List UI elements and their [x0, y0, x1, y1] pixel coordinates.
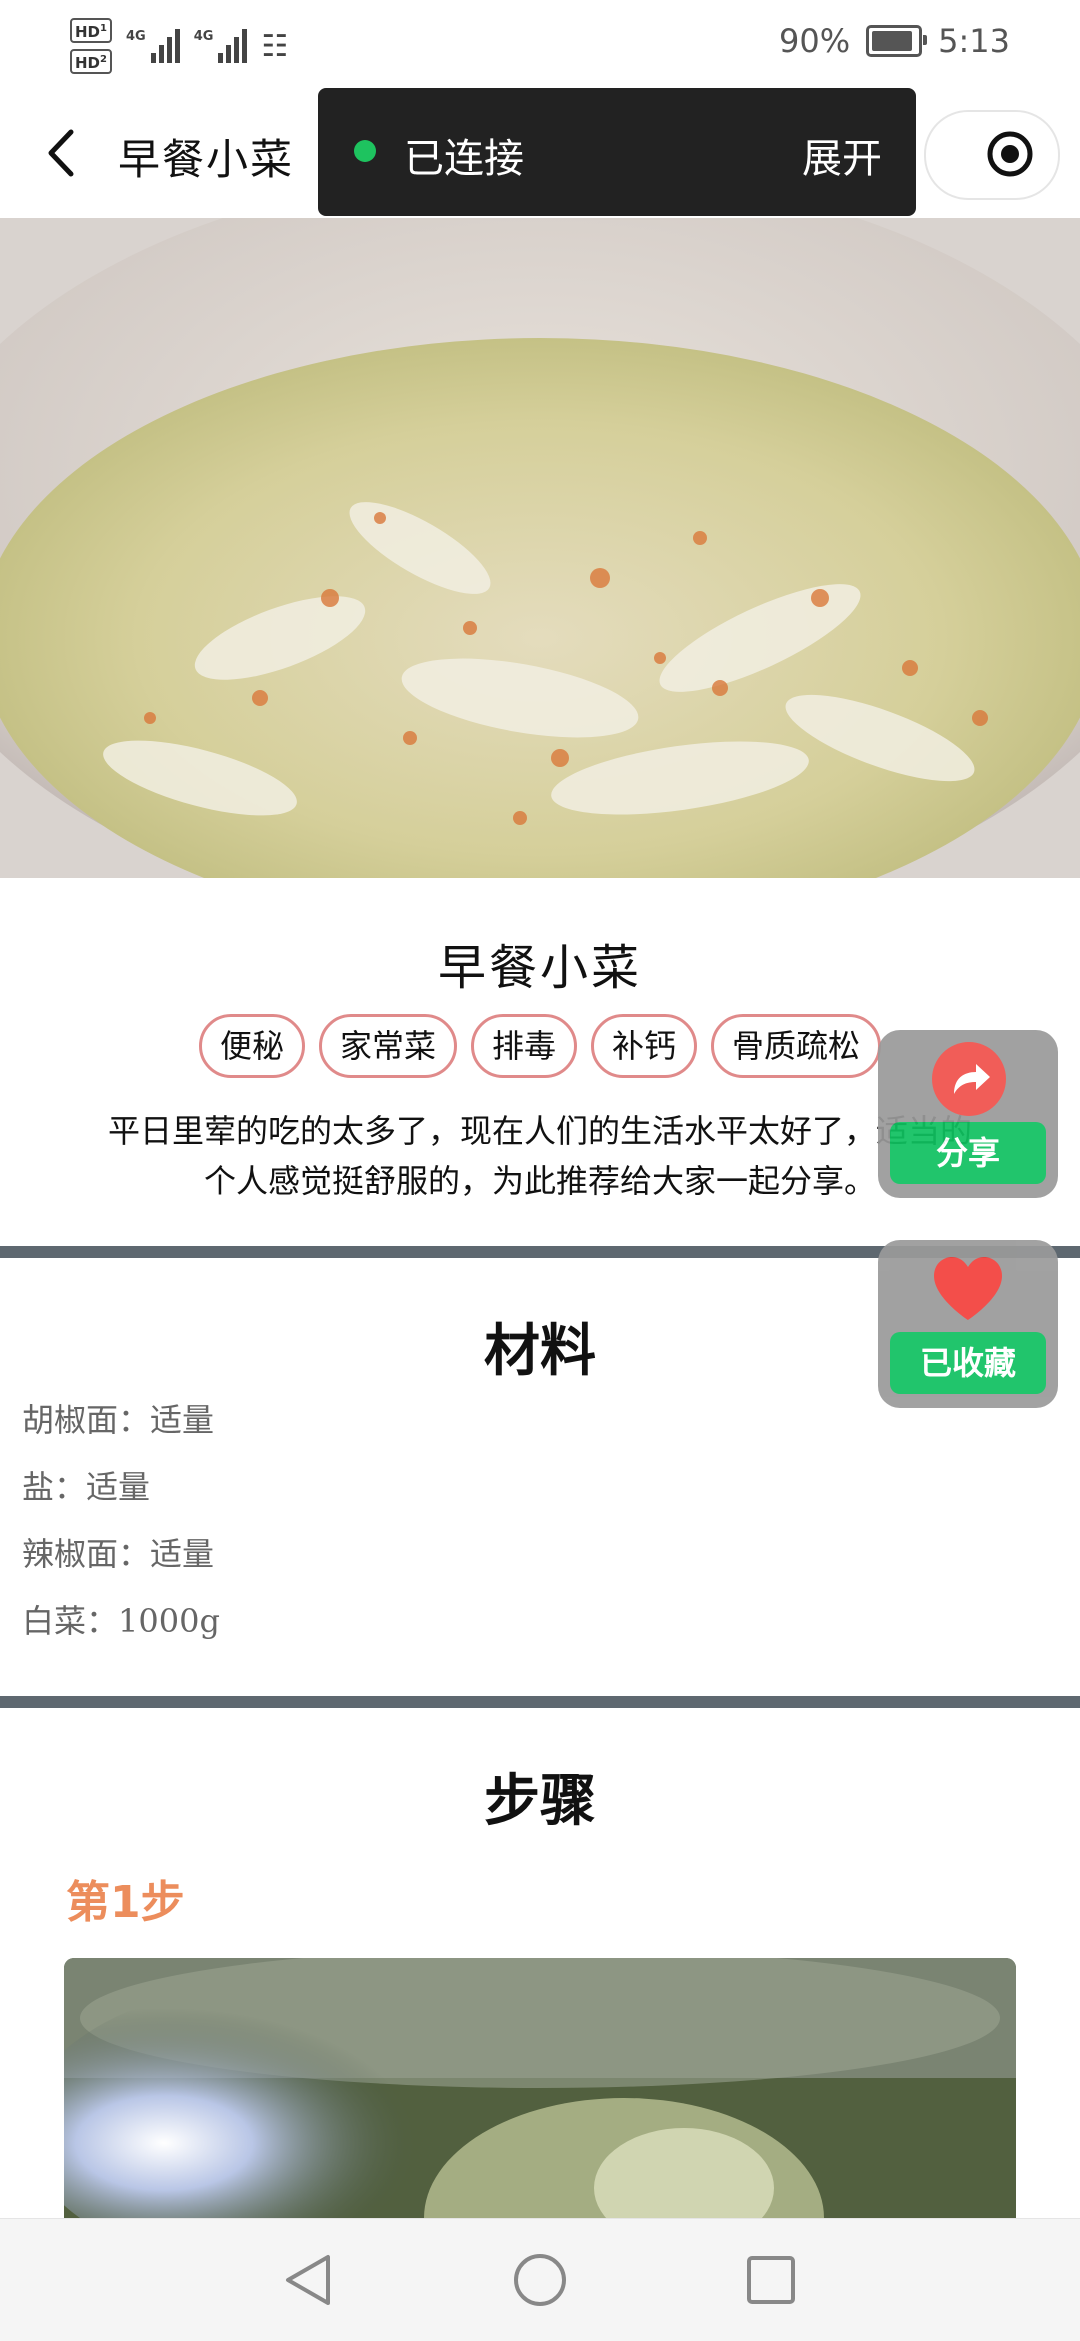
sim-badges: HD1 HD2 — [70, 18, 112, 74]
system-navigation-bar — [0, 2218, 1080, 2341]
page-title: 早餐小菜 — [118, 135, 295, 184]
dish-hero-image — [0, 218, 1080, 878]
hero-photo — [0, 218, 1080, 878]
material-item: 白菜：1000g — [22, 1602, 220, 1640]
square-recents-icon[interactable] — [740, 2249, 802, 2311]
tag-item[interactable]: 排毒 — [470, 1014, 577, 1078]
battery-icon — [866, 25, 928, 57]
circle-home-icon[interactable] — [509, 2249, 571, 2311]
material-item: 胡椒面：适量 — [22, 1401, 215, 1439]
step-label: 第1步 — [66, 1877, 185, 1928]
tag-item[interactable]: 便秘 — [198, 1014, 305, 1078]
materials-list: 胡椒面：适量 盐：适量 辣椒面：适量 白菜：1000g — [22, 1390, 220, 1658]
dish-title: 早餐小菜 — [437, 940, 642, 996]
steps-heading: 步骤 — [484, 1769, 596, 1834]
status-left: HD1 HD2 4G 4G ☷ — [70, 16, 288, 76]
expand-button[interactable]: 展开 — [802, 126, 882, 184]
battery-fill — [872, 31, 913, 51]
share-arrow-icon — [932, 1042, 1006, 1116]
tag-item[interactable]: 补钙 — [591, 1014, 698, 1078]
tag-item[interactable]: 骨质疏松 — [711, 1014, 882, 1078]
signal-icon-1: 4G — [126, 29, 180, 63]
step-photo — [64, 1958, 1016, 2258]
network-type-2: 4G — [193, 29, 214, 44]
heart-icon — [934, 1257, 1002, 1320]
material-item: 辣椒面：适量 — [22, 1535, 215, 1573]
material-item: 盐：适量 — [22, 1468, 151, 1506]
connected-status-dot — [354, 140, 376, 162]
vibrate-icon: ☷ — [261, 28, 289, 64]
share-button[interactable]: 分享 — [878, 1030, 1058, 1198]
connection-status-text: 已连接 — [404, 136, 524, 182]
favorite-label: 已收藏 — [890, 1332, 1046, 1394]
section-divider — [0, 1696, 1080, 1708]
tag-item[interactable]: 家常菜 — [318, 1014, 457, 1078]
triangle-back-icon[interactable] — [278, 2249, 340, 2311]
sim2-hd-badge: HD2 — [70, 49, 112, 74]
nav-bar: 早餐小菜 已连接 展开 — [0, 88, 1080, 218]
signal-icon-2: 4G — [194, 29, 248, 63]
target-icon[interactable] — [986, 130, 1034, 178]
favorite-button[interactable]: 已收藏 — [878, 1240, 1058, 1408]
connection-banner[interactable]: 已连接 展开 — [318, 88, 916, 216]
chevron-left-icon — [48, 129, 74, 177]
sim1-hd-badge: HD1 — [70, 18, 112, 43]
network-type-1: 4G — [125, 29, 146, 44]
mini-program-capsule[interactable] — [924, 110, 1060, 200]
step-image — [64, 1958, 1016, 2258]
clock: 5:13 — [938, 22, 1010, 60]
status-bar: HD1 HD2 4G 4G ☷ 90% 5:13 — [0, 0, 1080, 88]
battery-percent: 90% — [779, 22, 851, 60]
share-label: 分享 — [890, 1122, 1046, 1184]
status-right: 90% 5:13 — [779, 22, 1010, 60]
back-button[interactable] — [30, 118, 90, 188]
